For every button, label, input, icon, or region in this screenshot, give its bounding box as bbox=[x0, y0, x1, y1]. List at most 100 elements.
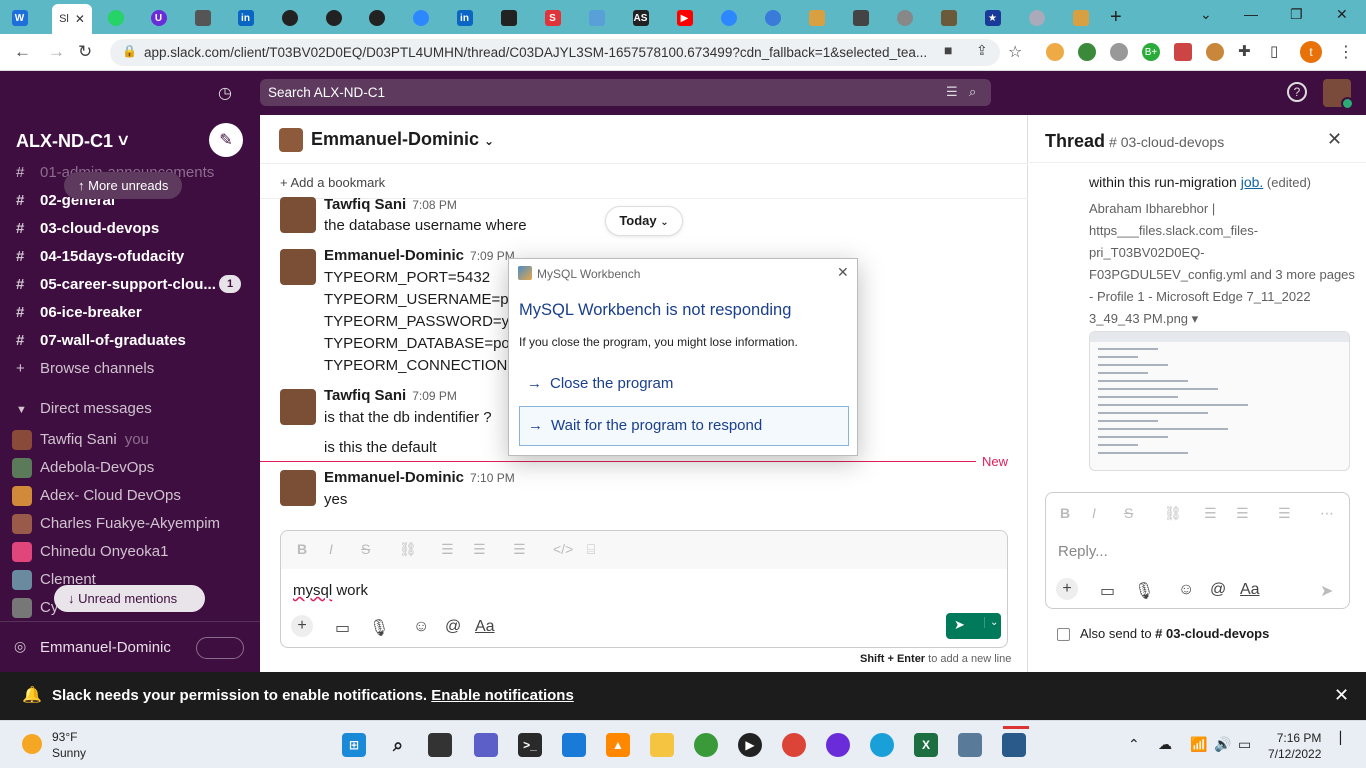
tab-app[interactable] bbox=[191, 6, 214, 30]
bulleted-list-icon[interactable]: ☰ bbox=[473, 541, 486, 558]
plus-icon[interactable]: + bbox=[291, 615, 313, 637]
tab-github[interactable] bbox=[278, 6, 301, 30]
job-link[interactable]: job. bbox=[1241, 174, 1264, 190]
extension-icon[interactable] bbox=[1078, 43, 1096, 61]
extension-icon[interactable]: B+ bbox=[1142, 43, 1160, 61]
tab-linkedin[interactable]: in bbox=[234, 6, 257, 30]
task-view-icon[interactable] bbox=[428, 733, 452, 757]
sidebar-channel[interactable]: #04-15days-ofudacity bbox=[16, 248, 184, 272]
microphone-icon[interactable]: 🎙 bbox=[1134, 581, 1154, 601]
add-bookmark-button[interactable]: + Add a bookmark bbox=[260, 163, 1028, 199]
thread-channel-link[interactable]: # 03-cloud-devops bbox=[1109, 134, 1224, 150]
channel-title[interactable]: Emmanuel-Dominic ⌄ bbox=[311, 129, 494, 150]
emoji-icon[interactable]: ☺ bbox=[413, 618, 429, 636]
message-author[interactable]: Emmanuel-Dominic 7:10 PM bbox=[324, 469, 515, 486]
tab-as[interactable]: AS bbox=[629, 6, 652, 30]
camera-icon[interactable]: ■ bbox=[944, 42, 952, 58]
back-arrow-icon[interactable]: ← bbox=[14, 42, 31, 62]
browse-channels[interactable]: + Browse channels bbox=[16, 360, 154, 384]
side-panel-icon[interactable]: ▯ bbox=[1270, 42, 1278, 60]
volume-icon[interactable]: 🔊 bbox=[1214, 736, 1231, 753]
dm-item[interactable]: Cy bbox=[12, 598, 58, 622]
tab-whatsapp[interactable] bbox=[104, 6, 127, 30]
sun-icon[interactable] bbox=[22, 734, 42, 754]
window-close-icon[interactable]: ✕ bbox=[1336, 6, 1348, 23]
close-icon[interactable]: ✕ bbox=[1327, 129, 1342, 150]
reload-icon[interactable]: ↻ bbox=[78, 42, 92, 62]
video-icon[interactable]: ▭ bbox=[1100, 581, 1115, 601]
tab-app-2[interactable] bbox=[365, 6, 388, 30]
share-icon[interactable]: ⇪ bbox=[976, 42, 988, 59]
strikethrough-icon[interactable]: S bbox=[361, 541, 370, 557]
enable-notifications-link[interactable]: Enable notifications bbox=[431, 687, 574, 704]
new-tab-plus-icon[interactable]: + bbox=[1110, 6, 1122, 29]
search-input[interactable]: Search ALX-ND-C1 ☰ ⌕ bbox=[260, 79, 991, 106]
bold-icon[interactable]: B bbox=[297, 541, 307, 557]
direct-messages-section[interactable]: ▼ Direct messages bbox=[16, 400, 152, 424]
blockquote-icon[interactable]: ☰ bbox=[1278, 505, 1291, 522]
chrome-icon[interactable] bbox=[782, 733, 806, 757]
tab-app-6[interactable] bbox=[849, 6, 872, 30]
filter-sliders-icon[interactable]: ☰ bbox=[946, 84, 958, 100]
tab-u[interactable]: U bbox=[147, 6, 170, 30]
profile-avatar[interactable]: t bbox=[1300, 41, 1322, 63]
bulleted-list-icon[interactable]: ☰ bbox=[1236, 505, 1249, 522]
workspace-name[interactable]: ALX-ND-C1 ˅ bbox=[16, 131, 129, 152]
chevron-up-icon[interactable]: ⌃ bbox=[1128, 736, 1140, 753]
system-clock[interactable]: 7:16 PM 7/12/2022 bbox=[1268, 730, 1321, 762]
tab-app-5[interactable] bbox=[805, 6, 828, 30]
ordered-list-icon[interactable]: ☰ bbox=[1204, 505, 1217, 522]
media-player-icon[interactable]: ▶ bbox=[738, 733, 762, 757]
code-block-icon[interactable]: ⌸ bbox=[587, 541, 595, 558]
notification-center-icon[interactable]: ▏ bbox=[1340, 731, 1349, 745]
windows-start-icon[interactable]: ⊞ bbox=[342, 733, 366, 757]
tab-youtube[interactable]: ▶ bbox=[673, 6, 696, 30]
tab-s[interactable]: S bbox=[541, 6, 564, 30]
formatting-toggle-icon[interactable]: Aa bbox=[475, 618, 495, 636]
also-send-checkbox[interactable]: Also send to # 03-cloud-devops bbox=[1057, 626, 1269, 642]
message-input[interactable]: mysql work bbox=[293, 582, 368, 599]
tab-app-10[interactable] bbox=[1025, 6, 1048, 30]
more-unreads-button[interactable]: ↑ More unreads bbox=[64, 172, 183, 199]
checkbox[interactable] bbox=[1057, 628, 1070, 642]
italic-icon[interactable]: I bbox=[329, 541, 333, 557]
url-field[interactable]: 🔒 app.slack.com/client/T03BV02D0EQ/D03PT… bbox=[110, 39, 1000, 66]
weather-widget[interactable]: 93°F Sunny bbox=[52, 729, 86, 761]
teams-chat-icon[interactable] bbox=[474, 733, 498, 757]
excel-icon[interactable]: X bbox=[914, 733, 938, 757]
code-icon[interactable]: </> bbox=[553, 541, 573, 557]
unread-mentions-button[interactable]: ↓ Unread mentions bbox=[54, 585, 205, 612]
attachment-thumbnail[interactable] bbox=[1089, 331, 1350, 471]
extension-icon[interactable] bbox=[1046, 43, 1064, 61]
message-author[interactable]: Tawfiq Sani 7:08 PM bbox=[324, 196, 457, 213]
reply-input[interactable]: Reply... bbox=[1058, 543, 1108, 560]
app-icon[interactable] bbox=[826, 733, 850, 757]
tab-app-7[interactable] bbox=[893, 6, 916, 30]
tab-app-4[interactable] bbox=[585, 6, 608, 30]
blockquote-icon[interactable]: ☰ bbox=[513, 541, 526, 558]
bookmark-star-icon[interactable]: ☆ bbox=[1008, 42, 1022, 62]
huddle-toggle[interactable] bbox=[196, 637, 244, 659]
forward-arrow-icon[interactable]: → bbox=[48, 42, 65, 62]
bold-icon[interactable]: B bbox=[1060, 505, 1070, 521]
tab-globe[interactable] bbox=[761, 6, 784, 30]
tab-linkedin-2[interactable]: in bbox=[453, 6, 476, 30]
extensions-puzzle-icon[interactable]: ✚ bbox=[1238, 42, 1251, 60]
cloud-icon[interactable]: ☁ bbox=[1158, 736, 1172, 753]
italic-icon[interactable]: I bbox=[1092, 505, 1096, 521]
tab-github-2[interactable] bbox=[322, 6, 345, 30]
user-avatar[interactable] bbox=[1323, 79, 1354, 110]
mention-icon[interactable]: @ bbox=[445, 618, 461, 636]
formatting-toggle-icon[interactable]: Aa bbox=[1240, 581, 1260, 599]
tab-app-11[interactable] bbox=[1069, 6, 1092, 30]
tab-search-chevron-icon[interactable]: ⌄ bbox=[1200, 6, 1212, 23]
more-icon[interactable]: ⋯ bbox=[1320, 505, 1334, 522]
sidebar-channel[interactable]: #03-cloud-devops bbox=[16, 220, 159, 244]
app-icon[interactable] bbox=[958, 733, 982, 757]
date-divider-button[interactable]: Today ⌄ bbox=[605, 206, 683, 236]
tab-messenger-2[interactable] bbox=[717, 6, 740, 30]
microphone-icon[interactable]: 🎙 bbox=[369, 618, 389, 638]
dm-item[interactable]: Tawfiq Sani you bbox=[12, 430, 149, 454]
close-icon[interactable]: ✕ bbox=[1334, 685, 1349, 706]
vscode-icon[interactable] bbox=[562, 733, 586, 757]
